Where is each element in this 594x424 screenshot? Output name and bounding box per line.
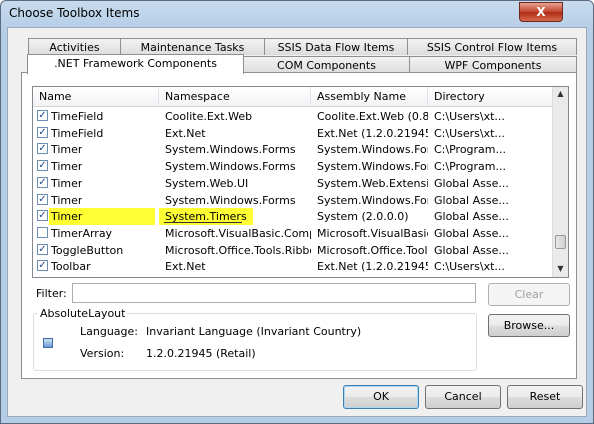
cell-assembly: Ext.Net (1.2.0.21945) bbox=[317, 126, 428, 140]
scroll-down-icon[interactable]: ▼ bbox=[554, 262, 567, 276]
components-list[interactable]: Name Namespace Assembly Name Directory ✓… bbox=[32, 86, 569, 278]
cell-directory: Global Asse... bbox=[434, 176, 509, 190]
row-checkbox[interactable]: ✓ bbox=[37, 210, 48, 222]
title-bar: Choose Toolbox Items X bbox=[1, 1, 593, 27]
cell-directory: C:\Users\xt... bbox=[434, 110, 505, 123]
language-value: Invariant Language (Invariant Country) bbox=[146, 325, 362, 338]
row-checkbox[interactable]: ✓ bbox=[37, 143, 48, 155]
filter-input[interactable] bbox=[72, 283, 476, 303]
row-checkbox[interactable]: ✓ bbox=[37, 193, 48, 205]
cell-directory: C:\Program... bbox=[434, 160, 506, 174]
table-row[interactable]: ✓ Timer System.Windows.Forms System.Windows… bbox=[33, 141, 553, 158]
table-row[interactable]: ✓ Timer System.Windows.Forms System.Windows… bbox=[33, 158, 553, 175]
row-checkbox[interactable]: ✓ bbox=[37, 160, 48, 172]
table-row[interactable]: ✓ ToggleButton Microsoft.Office.Tools.Ribb… bbox=[33, 242, 553, 259]
column-header-directory[interactable]: Directory bbox=[428, 87, 554, 107]
cell-directory: Global Asse... bbox=[434, 193, 509, 207]
scroll-thumb[interactable] bbox=[555, 235, 566, 249]
column-header-namespace[interactable]: Namespace bbox=[159, 87, 311, 107]
cell-directory: C:\Users\xt... bbox=[434, 260, 505, 274]
cell-assembly: Ext.Net (1.2.0.21945) bbox=[317, 260, 428, 274]
window-title: Choose Toolbox Items bbox=[9, 6, 140, 20]
vertical-scrollbar[interactable]: ▲ ▼ bbox=[552, 87, 568, 277]
scroll-up-icon[interactable]: ▲ bbox=[554, 87, 567, 101]
table-row[interactable]: ✓ Timer System.Windows.Forms System.Windows… bbox=[33, 192, 553, 209]
cell-namespace: Ext.Net bbox=[165, 260, 206, 274]
cell-namespace: Coolite.Ext.Web bbox=[165, 110, 253, 123]
cell-name: Toolbar bbox=[51, 260, 91, 274]
version-value: 1.2.0.21945 (Retail) bbox=[146, 347, 256, 360]
table-row[interactable]: TimerArray Microsoft.VisualBasic.Compa...… bbox=[33, 225, 553, 242]
close-button[interactable]: X bbox=[519, 2, 563, 22]
row-checkbox[interactable]: ✓ bbox=[37, 260, 48, 272]
cell-name: Timer bbox=[51, 193, 83, 207]
cell-namespace: Ext.Net bbox=[165, 126, 206, 140]
cell-assembly: System.Windows.For... bbox=[317, 143, 428, 157]
cell-assembly: Microsoft.VisualBasic... bbox=[317, 226, 428, 240]
cell-name: Timer bbox=[49, 208, 155, 226]
cell-name: TimeField bbox=[51, 126, 104, 140]
row-checkbox[interactable]: ✓ bbox=[37, 126, 48, 138]
tab-wpf-components[interactable]: WPF Components bbox=[409, 56, 577, 73]
cell-directory: Global Asse... bbox=[434, 243, 509, 257]
cell-name: TimeField bbox=[51, 110, 104, 123]
cell-namespace: System.Web.UI bbox=[165, 176, 249, 190]
cell-assembly: System.Windows.For... bbox=[317, 193, 428, 207]
column-header-name[interactable]: Name bbox=[33, 87, 159, 107]
cell-assembly: Coolite.Ext.Web (0.8.0... bbox=[317, 110, 428, 123]
cell-namespace: System.Windows.Forms bbox=[165, 193, 296, 207]
table-row[interactable]: ✓ Timer System.Timers System (2.0.0.0) Globa… bbox=[33, 208, 553, 226]
clear-button[interactable]: Clear bbox=[488, 283, 570, 306]
cell-assembly: System.Web.Extensio... bbox=[317, 176, 428, 190]
assembly-icon bbox=[43, 338, 53, 348]
table-row[interactable]: ✓ TimeField Ext.Net Ext.Net (1.2.0.21945) C:… bbox=[33, 125, 553, 142]
cell-assembly: System (2.0.0.0) bbox=[317, 210, 409, 224]
reset-button[interactable]: Reset bbox=[507, 385, 583, 409]
table-row[interactable]: ✓ Toolbar Ext.Net Ext.Net (1.2.0.21945) C:\U… bbox=[33, 258, 553, 275]
version-label: Version: bbox=[80, 347, 125, 360]
cell-name: ToggleButton bbox=[51, 243, 124, 257]
cell-directory: C:\Program... bbox=[434, 143, 506, 157]
cell-assembly: System.Windows.For... bbox=[317, 160, 428, 174]
cell-namespace: Microsoft.VisualBasic.Compa... bbox=[165, 226, 311, 240]
details-group bbox=[33, 313, 477, 371]
row-checkbox[interactable]: ✓ bbox=[37, 176, 48, 188]
tab-com-components[interactable]: COM Components bbox=[243, 56, 410, 73]
cell-directory: C:\Users\xt... bbox=[434, 126, 505, 140]
cancel-button[interactable]: Cancel bbox=[425, 385, 501, 409]
cell-namespace: Microsoft.Office.Tools.Ribbon bbox=[165, 243, 311, 257]
browse-button[interactable]: Browse... bbox=[488, 314, 570, 337]
column-header-assembly-name[interactable]: Assembly Name bbox=[311, 87, 428, 107]
ok-button[interactable]: OK bbox=[343, 385, 419, 409]
cell-namespace: System.Windows.Forms bbox=[165, 143, 296, 157]
cell-assembly: Microsoft.Office.Tool... bbox=[317, 243, 428, 257]
table-row[interactable]: ✓Timer System.Web.UI System.Web.Extensio..… bbox=[33, 175, 553, 192]
filter-label: Filter: bbox=[36, 287, 67, 300]
tab-maintenance-tasks[interactable]: Maintenance Tasks bbox=[120, 38, 265, 55]
row-checkbox[interactable] bbox=[37, 226, 48, 238]
table-row[interactable]: ✓ TimeField Coolite.Ext.Web Coolite.Ext.Web… bbox=[33, 108, 553, 125]
cell-directory: Global Asse... bbox=[434, 210, 509, 224]
cell-name: Timer bbox=[51, 160, 83, 174]
language-label: Language: bbox=[80, 325, 138, 338]
highlight-underline bbox=[164, 222, 242, 223]
tab-ssis-control-flow-items[interactable]: SSIS Control Flow Items bbox=[407, 38, 577, 55]
tab-activities[interactable]: Activities bbox=[28, 38, 121, 55]
row-checkbox[interactable]: ✓ bbox=[37, 243, 48, 255]
tab-net-framework-components[interactable]: .NET Framework Components bbox=[27, 54, 244, 74]
tab-ssis-data-flow-items[interactable]: SSIS Data Flow Items bbox=[264, 38, 408, 55]
cell-namespace: System.Windows.Forms bbox=[165, 160, 296, 174]
cell-name: Timer bbox=[51, 176, 83, 190]
row-checkbox[interactable]: ✓ bbox=[37, 110, 48, 121]
details-group-title: AbsoluteLayout bbox=[38, 307, 128, 320]
cell-name: TimerArray bbox=[51, 226, 113, 240]
cell-directory: Global Asse... bbox=[434, 226, 509, 240]
cell-name: Timer bbox=[51, 143, 83, 157]
